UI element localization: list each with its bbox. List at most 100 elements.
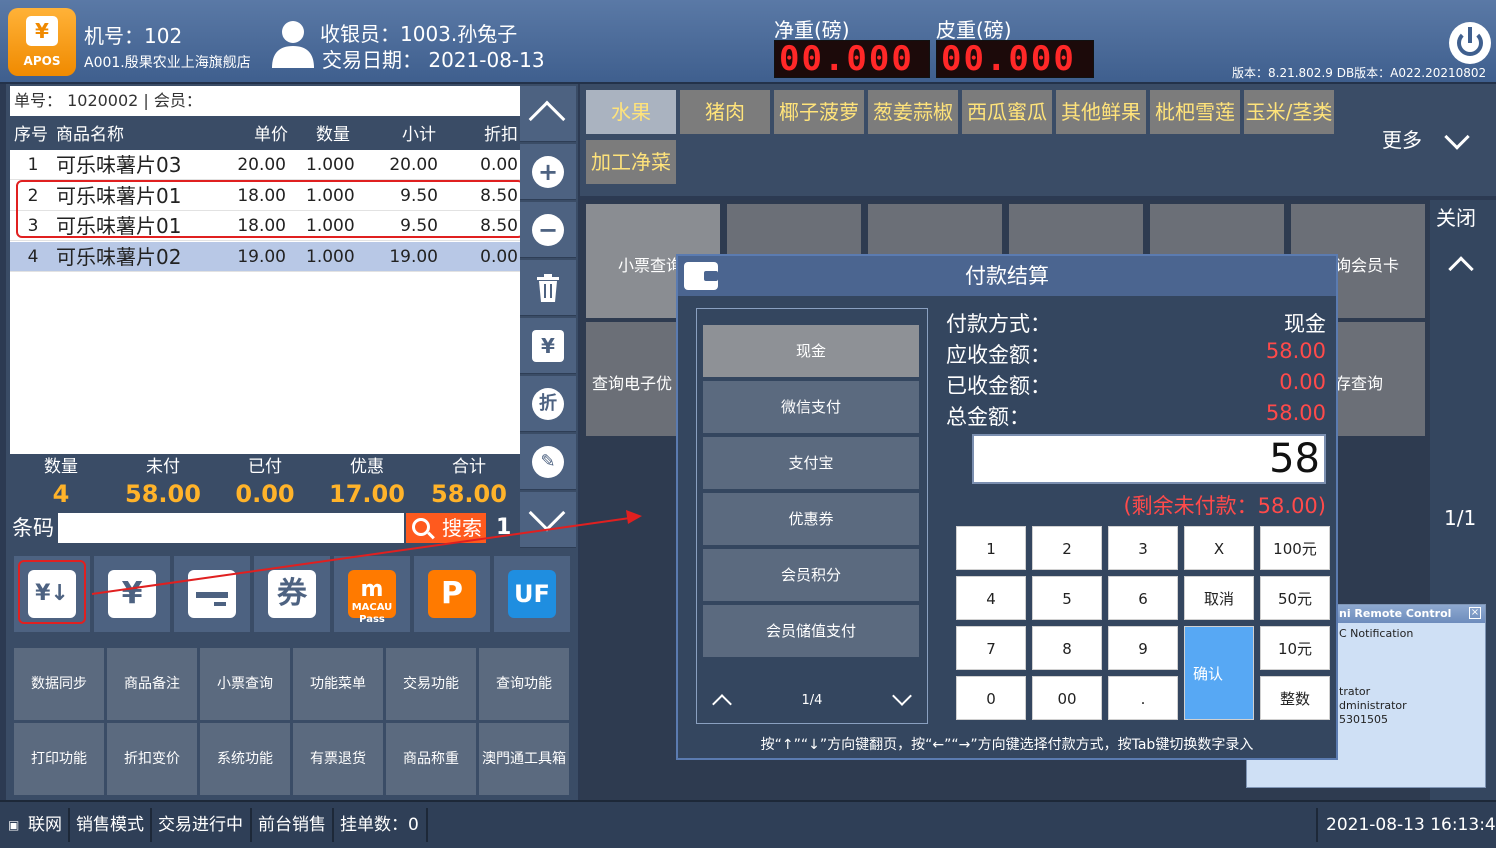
fn-product-note[interactable]: 商品备注 — [107, 648, 197, 720]
total-label: 总金额： — [946, 405, 1030, 429]
key-1[interactable]: 1 — [956, 526, 1026, 570]
grid-page-indicator: 1/1 — [1444, 506, 1477, 530]
category-loquat[interactable]: 枇杷雪莲 — [1150, 90, 1240, 134]
terminal-number: 机号：102 — [84, 24, 183, 48]
received-value: 0.00 — [1279, 370, 1326, 394]
barcode-input[interactable] — [58, 513, 404, 543]
close-button[interactable]: 关闭 — [1436, 202, 1476, 231]
method-coupon[interactable]: 优惠券 — [703, 493, 919, 545]
category-processed-veg[interactable]: 加工净菜 — [586, 140, 676, 184]
p-pay-icon: P — [428, 570, 476, 618]
key-100yuan[interactable]: 100元 — [1260, 526, 1330, 570]
key-8[interactable]: 8 — [1032, 626, 1102, 670]
payment-shortcuts: ¥↓ ¥ 券 m MACAU Pass P UF — [10, 552, 576, 636]
uf-pay-button[interactable]: UF — [494, 556, 570, 632]
store-name: A001.殷果农业上海旗舰店 — [84, 55, 251, 71]
barcode-label: 条码 — [12, 516, 54, 540]
search-icon — [412, 518, 430, 536]
add-qty-button[interactable]: + — [520, 144, 576, 200]
table-row[interactable]: 1 可乐味薯片03 20.00 1.000 20.00 0.00 — [10, 150, 520, 180]
scroll-down-button[interactable] — [520, 492, 576, 548]
fn-print[interactable]: 打印功能 — [14, 723, 104, 795]
search-button[interactable]: 搜索 — [406, 513, 486, 543]
key-5[interactable]: 5 — [1032, 576, 1102, 620]
fn-discount-price[interactable]: 折扣变价 — [107, 723, 197, 795]
fn-data-sync[interactable]: 数据同步 — [14, 648, 104, 720]
card-button[interactable] — [174, 556, 250, 632]
more-categories-button[interactable]: 更多 — [1382, 124, 1422, 153]
method-cash[interactable]: 现金 — [703, 325, 919, 377]
fn-function-menu[interactable]: 功能菜单 — [293, 648, 383, 720]
fn-macau-toolbox[interactable]: 澳門通工具箱 — [479, 723, 569, 795]
key-10yuan[interactable]: 10元 — [1260, 626, 1330, 670]
key-round[interactable]: 整数 — [1260, 676, 1330, 720]
fn-trade-functions[interactable]: 交易功能 — [386, 648, 476, 720]
discount-button[interactable]: 折 — [520, 376, 576, 432]
key-6[interactable]: 6 — [1108, 576, 1178, 620]
key-7[interactable]: 7 — [956, 626, 1026, 670]
confirm-button[interactable]: 确认 — [1184, 626, 1254, 720]
category-onion-ginger[interactable]: 葱姜蒜椒 — [868, 90, 958, 134]
power-button[interactable] — [1449, 22, 1491, 64]
key-2[interactable]: 2 — [1032, 526, 1102, 570]
fn-weigh-product[interactable]: 商品称重 — [386, 723, 476, 795]
macau-pass-button[interactable]: m MACAU Pass — [334, 556, 410, 632]
front-sales: 前台销售 — [258, 815, 326, 835]
fn-system[interactable]: 系统功能 — [200, 723, 290, 795]
category-pork[interactable]: 猪肉 — [680, 90, 770, 134]
trade-date: 交易日期： 2021-08-13 — [322, 48, 545, 72]
user-icon — [272, 21, 314, 68]
key-dot[interactable]: . — [1108, 676, 1178, 720]
amount-input[interactable]: 58 — [972, 434, 1326, 484]
key-9[interactable]: 9 — [1108, 626, 1178, 670]
key-clear-x[interactable]: X — [1184, 526, 1254, 570]
cashier: 收银员：1003.孙兔子 — [320, 22, 518, 46]
change-price-button[interactable]: ¥ — [520, 318, 576, 374]
fn-receipt-query[interactable]: 小票查询 — [200, 648, 290, 720]
cash-button[interactable]: ¥ — [94, 556, 170, 632]
p-pay-button[interactable]: P — [414, 556, 490, 632]
method-pager: 1/4 — [697, 679, 927, 723]
key-3[interactable]: 3 — [1108, 526, 1178, 570]
fn-query-functions[interactable]: 查询功能 — [479, 648, 569, 720]
key-50yuan[interactable]: 50元 — [1260, 576, 1330, 620]
card-icon — [188, 570, 236, 618]
method-wechat[interactable]: 微信支付 — [703, 381, 919, 433]
fn-return-with-receipt[interactable]: 有票退货 — [293, 723, 383, 795]
method-member-points[interactable]: 会员积分 — [703, 549, 919, 601]
method-member-stored-value[interactable]: 会员储值支付 — [703, 605, 919, 657]
table-row-selected[interactable]: 4 可乐味薯片02 19.00 1.000 19.00 0.00 — [10, 242, 520, 272]
barcode-row: 条码 搜索 1 — [10, 511, 520, 545]
due-value: 58.00 — [1265, 339, 1326, 363]
chevron-up-icon[interactable] — [712, 694, 732, 714]
coupon-icon: 券 — [268, 570, 316, 618]
key-cancel[interactable]: 取消 — [1184, 576, 1254, 620]
tool-column: + − ¥ 折 ✎ — [520, 86, 576, 548]
delete-item-button[interactable] — [520, 260, 576, 316]
list-page-number: 1 — [496, 515, 512, 540]
category-other-fruit[interactable]: 其他鲜果 — [1056, 90, 1146, 134]
remaining-unpaid: (剩余未付款：58.00) — [1123, 494, 1326, 518]
method-alipay[interactable]: 支付宝 — [703, 437, 919, 489]
category-corn[interactable]: 玉米/茎类 — [1244, 90, 1334, 134]
chevron-down-icon[interactable] — [892, 686, 912, 706]
key-0[interactable]: 0 — [956, 676, 1026, 720]
minus-qty-button[interactable]: − — [520, 202, 576, 258]
received-label: 已收金额： — [946, 374, 1051, 398]
checkout-button[interactable]: ¥↓ — [14, 556, 90, 632]
trash-icon — [537, 274, 559, 302]
summary-paid: 已付 0.00 — [235, 457, 295, 508]
coupon-button[interactable]: 券 — [254, 556, 330, 632]
scroll-up-button[interactable] — [520, 86, 576, 142]
category-fruit[interactable]: 水果 — [586, 90, 676, 134]
category-melon[interactable]: 西瓜蜜瓜 — [962, 90, 1052, 134]
edit-button[interactable]: ✎ — [520, 434, 576, 490]
key-4[interactable]: 4 — [956, 576, 1026, 620]
summary-unpaid: 未付 58.00 — [125, 457, 201, 508]
status-bar: ▣ 联网 销售模式 交易进行中 前台销售 挂单数：0 2021-08-13 16… — [0, 800, 1496, 848]
category-coconut-pineapple[interactable]: 椰子菠萝 — [774, 90, 864, 134]
key-00[interactable]: 00 — [1032, 676, 1102, 720]
plus-icon: + — [532, 156, 564, 188]
close-icon[interactable]: × — [1469, 607, 1481, 619]
clock: 2021-08-13 16:13:45 — [1326, 815, 1496, 835]
